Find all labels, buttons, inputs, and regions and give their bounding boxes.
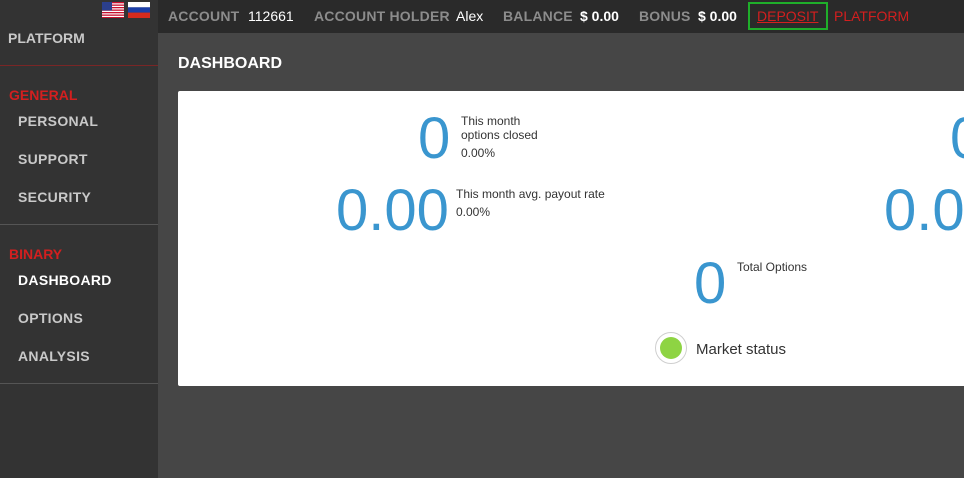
us-flag-icon[interactable] (102, 2, 124, 18)
balance-value: $ 0.00 (580, 8, 619, 24)
account-label: ACCOUNT (168, 8, 240, 24)
deposit-link[interactable]: DEPOSIT (757, 8, 818, 24)
dashboard-card (178, 91, 964, 386)
account-holder-value: Alex (456, 8, 484, 24)
sidebar-item-options[interactable]: OPTIONS (18, 310, 83, 326)
payout-rate-value: 0.00 (336, 178, 449, 243)
payout-rate-label: This month avg. payout rate (456, 187, 605, 201)
sidebar-divider (0, 383, 158, 384)
sidebar-divider (0, 65, 158, 66)
options-closed-label-1: This month (461, 114, 521, 128)
sidebar-divider (0, 224, 158, 225)
payout-rate-pct: 0.00% (456, 205, 491, 219)
sidebar-item-personal[interactable]: PERSONAL (18, 113, 98, 129)
sidebar-item-security[interactable]: SECURITY (18, 189, 91, 205)
account-holder-label: ACCOUNT HOLDER (314, 8, 450, 24)
section-binary: BINARY (9, 246, 63, 262)
total-options-label: Total Options (737, 260, 808, 274)
bonus-value: $ 0.00 (698, 8, 737, 24)
options-closed-label-2: options closed (461, 128, 538, 142)
page-title: DASHBOARD (178, 55, 282, 72)
market-status-dot (660, 337, 682, 359)
total-options-value: 0 (694, 251, 727, 316)
options-closed-pct: 0.00% (461, 146, 496, 160)
section-general: GENERAL (9, 87, 78, 103)
platform-link[interactable]: PLATFORM (834, 8, 909, 24)
sidebar (0, 0, 158, 478)
sidebar-item-analysis[interactable]: ANALYSIS (18, 348, 90, 364)
right-stat-top-value: 0 (950, 110, 964, 168)
sidebar-item-dashboard[interactable]: DASHBOARD (18, 272, 112, 288)
right-stat-bottom-value: 0.0 (884, 178, 964, 243)
balance-label: BALANCE (503, 8, 573, 24)
options-closed-value: 0 (418, 106, 451, 171)
bonus-label: BONUS (639, 8, 691, 24)
sidebar-item-support[interactable]: SUPPORT (18, 151, 88, 167)
market-status-icon (655, 332, 687, 364)
account-value: 112661 (248, 8, 294, 24)
sidebar-title[interactable]: PLATFORM (8, 30, 85, 46)
ru-flag-icon[interactable] (128, 2, 150, 18)
market-status-label: Market status (696, 341, 787, 358)
